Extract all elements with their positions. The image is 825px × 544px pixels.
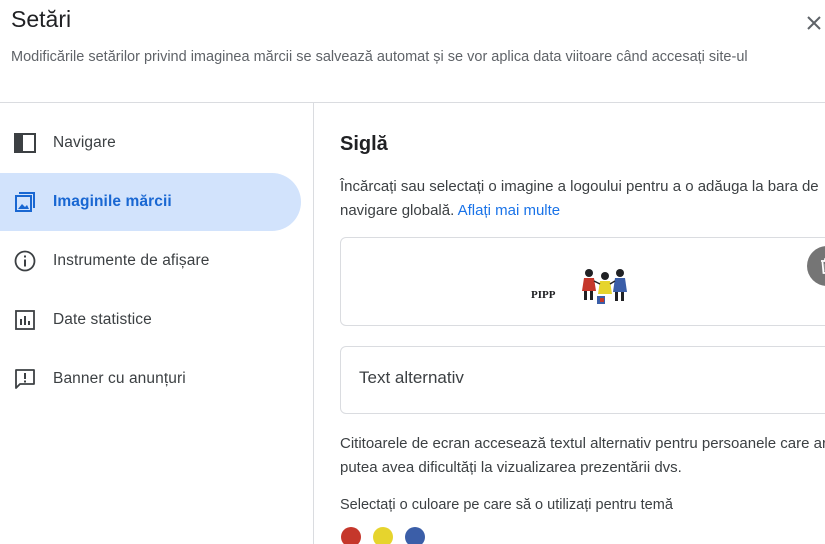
alt-text-help: Cititoarele de ecran accesează textul al… [340,435,825,476]
logo-description: Încărcați sau selectați o imagine a logo… [340,175,820,223]
announcement-icon [12,366,38,392]
learn-more-link[interactable]: Aflați mai multe [458,202,561,219]
close-icon [807,16,821,30]
delete-logo-button[interactable] [807,246,825,286]
trash-icon [821,258,825,274]
navigation-panel-icon [12,130,38,156]
settings-sidebar: Navigare Imaginile mărcii Instrumente de… [0,103,314,544]
image-icon [12,189,38,215]
theme-color-label: Selectați o culoare pe care să o utiliza… [340,497,673,513]
sidebar-item-label: Instrumente de afișare [53,252,210,269]
sidebar-item-navigare[interactable]: Navigare [0,114,301,172]
color-swatch-yellow[interactable] [373,527,393,544]
logo-image [582,269,627,304]
alt-text-field[interactable] [340,346,825,414]
color-swatch-blue[interactable] [405,527,425,544]
close-button[interactable] [803,12,825,34]
sidebar-item-date-statistice[interactable]: Date statistice [0,291,301,349]
color-swatch-red[interactable] [341,527,361,544]
page-title: Setări [11,6,72,32]
info-icon [12,248,38,274]
logo-description-text: Încărcați sau selectați o imagine a logo… [340,178,819,219]
section-title: Siglă [340,133,388,155]
alt-text-input[interactable] [359,368,819,388]
logo-preview[interactable]: PIPP [340,237,825,326]
sidebar-item-label: Banner cu anunțuri [53,370,186,387]
sidebar-item-imaginile-marcii[interactable]: Imaginile mărcii [0,173,301,231]
bar-chart-icon [12,307,38,333]
sidebar-item-label: Date statistice [53,311,152,328]
branding-panel: Siglă Încărcați sau selectați o imagine … [315,103,825,544]
autosave-subtitle: Modificările setărilor privind imaginea … [11,49,748,65]
sidebar-item-label: Navigare [53,134,116,151]
settings-header: Setări Modificările setărilor privind im… [0,0,825,103]
sidebar-item-label: Imaginile mărcii [53,193,172,210]
sidebar-item-banner[interactable]: Banner cu anunțuri [0,350,301,408]
logo-text: PIPP [531,289,556,301]
sidebar-item-instrumente[interactable]: Instrumente de afișare [0,232,301,290]
